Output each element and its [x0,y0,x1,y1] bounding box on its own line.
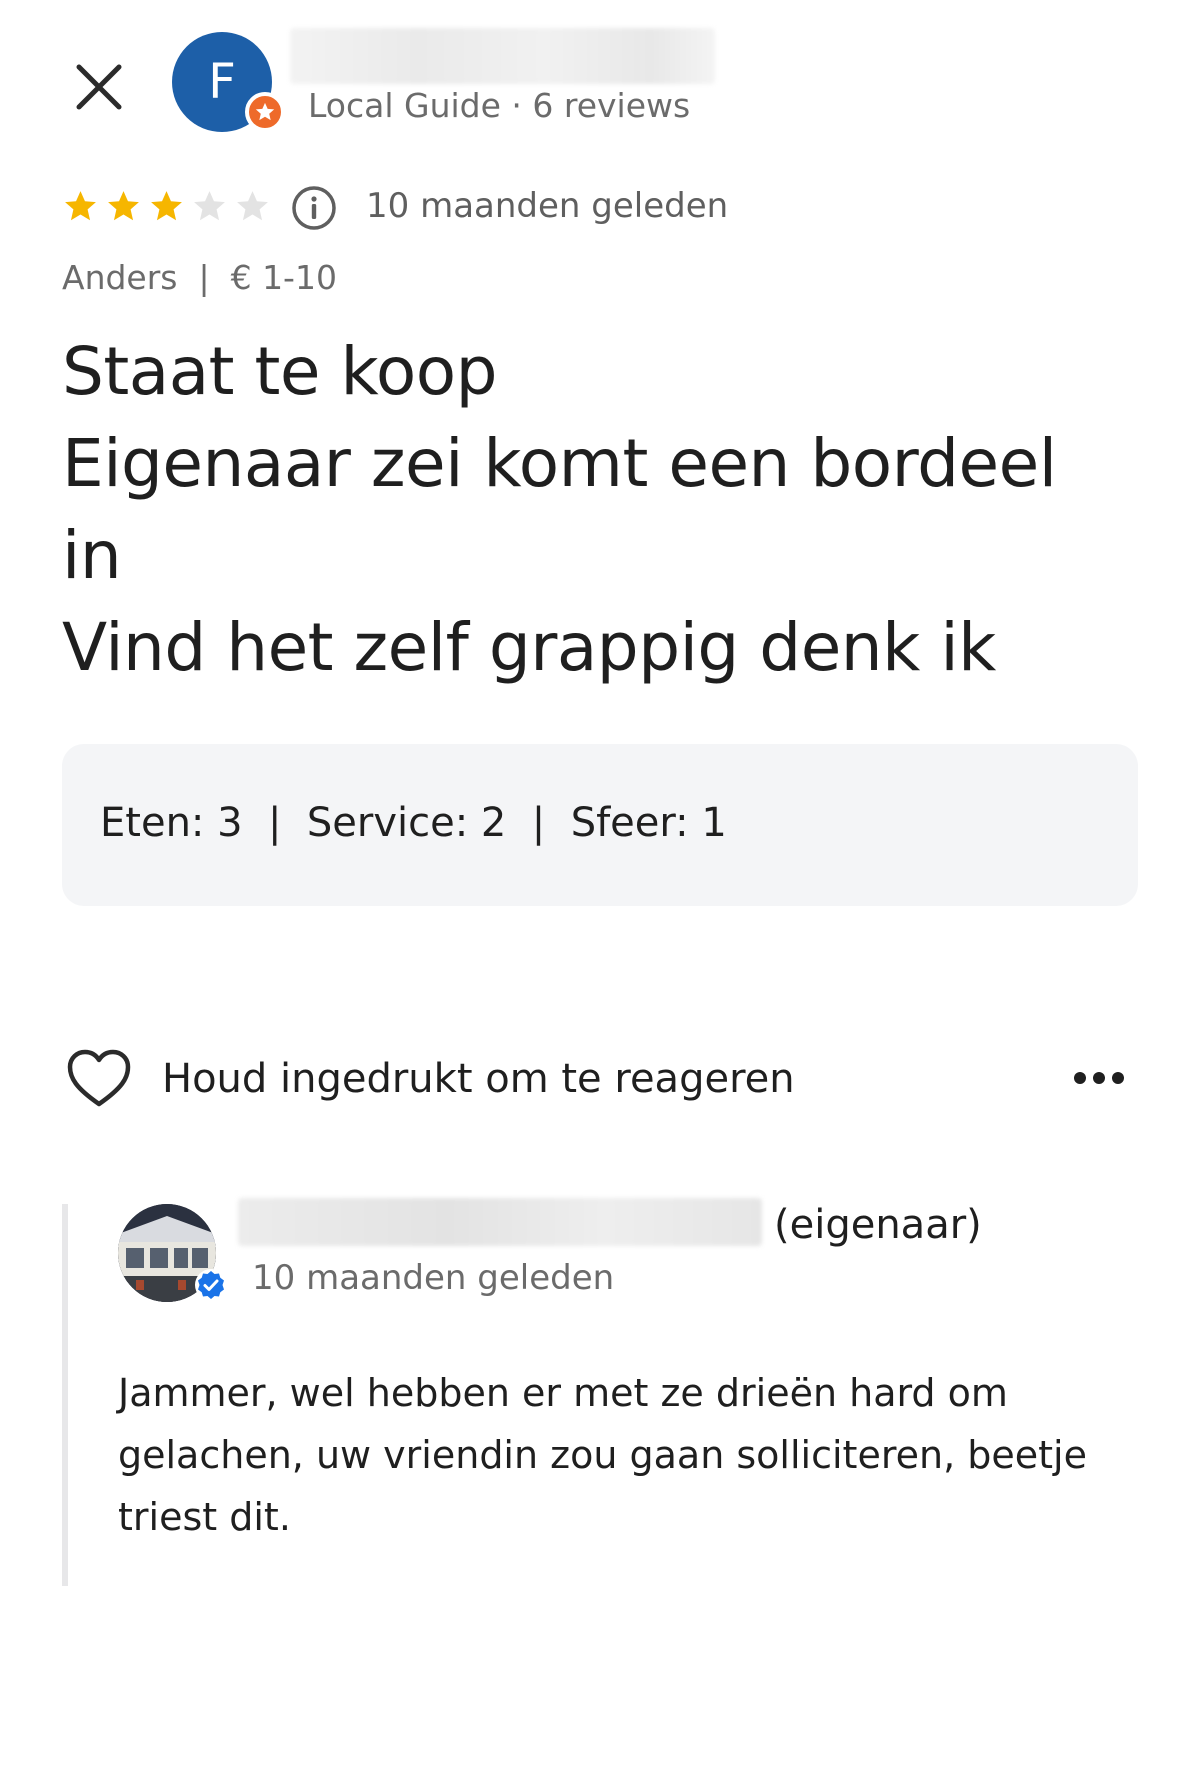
sub-ratings-box: Eten: 3 | Service: 2 | Sfeer: 1 [62,744,1138,906]
verified-icon [194,1268,228,1302]
review-line: Eigenaar zei komt een bordeel [62,425,1057,502]
star-filled-icon [151,191,182,221]
review-text: Staat te koop Eigenaar zei komt een bord… [62,326,1142,694]
star-filled-icon [108,191,139,221]
review-time: 10 maanden geleden [366,186,729,226]
owner-reply-text: Jammer, wel hebben er met ze drieën hard… [118,1371,1087,1539]
info-icon[interactable] [290,184,338,232]
more-horizontal-icon[interactable] [1072,1068,1126,1088]
star-rating [62,188,271,225]
star-filled-icon [65,191,96,221]
star-empty-icon [237,191,268,221]
reply-indent-bar [62,1204,68,1586]
owner-tag: (eigenaar) [774,1202,982,1248]
local-guide-badge-icon [245,92,285,132]
review-line: Vind het zelf grappig denk ik [62,609,996,686]
owner-name-redacted [238,1198,762,1246]
owner-reply-time: 10 maanden geleden [252,1258,615,1298]
reviewer-name-redacted [290,28,715,84]
close-button[interactable] [64,52,134,122]
sub-ratings: Eten: 3 | Service: 2 | Sfeer: 1 [100,800,727,846]
react-label[interactable]: Houd ingedrukt om te reageren [162,1056,795,1102]
review-meta: Anders | € 1-10 [62,258,337,297]
review-line: in [62,517,122,594]
reviewer-meta: Local Guide · 6 reviews [308,86,691,125]
close-icon [76,64,122,110]
star-empty-icon [194,191,225,221]
review-line: Staat te koop [62,333,498,410]
heart-outline-icon[interactable] [66,1048,132,1110]
